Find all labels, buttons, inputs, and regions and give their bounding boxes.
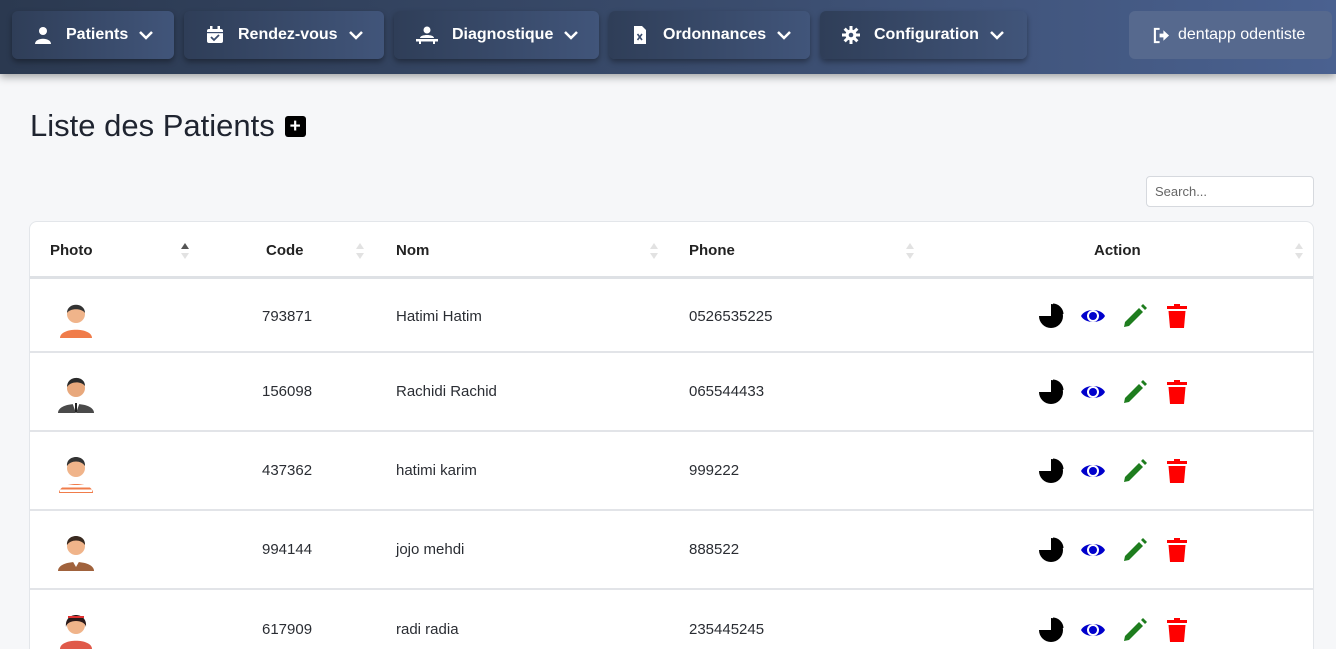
view-eye-icon[interactable] xyxy=(1080,617,1106,643)
cell-nom: Rachidi Rachid xyxy=(396,383,497,400)
row-actions xyxy=(1038,432,1206,509)
edit-pencil-icon[interactable] xyxy=(1122,617,1148,643)
stats-pie-icon[interactable] xyxy=(1038,537,1064,563)
file-prescription-icon xyxy=(631,26,649,44)
sort-icon[interactable] xyxy=(649,242,659,260)
chevron-down-icon xyxy=(776,27,792,43)
nav-patients-label: Patients xyxy=(66,26,129,43)
column-header-photo[interactable]: Photo xyxy=(50,222,93,279)
sort-icon[interactable] xyxy=(1294,242,1304,260)
cell-nom: hatimi karim xyxy=(396,462,477,479)
nav-diagnostique-label: Diagnostique xyxy=(452,26,554,43)
calendar-check-icon xyxy=(206,26,224,44)
avatar-man-suit xyxy=(54,369,98,413)
cell-code: 994144 xyxy=(262,541,313,558)
edit-pencil-icon[interactable] xyxy=(1122,537,1148,563)
cell-code: 156098 xyxy=(262,383,313,400)
sort-ascending-icon[interactable] xyxy=(180,242,190,260)
procedure-icon xyxy=(416,26,438,44)
row-actions xyxy=(1038,281,1206,351)
nav-diagnostique-button[interactable]: Diagnostique xyxy=(394,11,599,59)
column-header-nom[interactable]: Nom xyxy=(396,222,429,279)
view-eye-icon[interactable] xyxy=(1080,537,1106,563)
stats-pie-icon[interactable] xyxy=(1038,617,1064,643)
patients-table: Photo Code Nom Phone Action 793871 Hatim… xyxy=(29,221,1314,649)
table-row: 617909 radi radia 235445245 xyxy=(30,590,1313,649)
edit-pencil-icon[interactable] xyxy=(1122,458,1148,484)
cell-nom: Hatimi Hatim xyxy=(396,307,482,325)
avatar-man-orange-shirt xyxy=(54,294,98,338)
cell-code: 617909 xyxy=(262,621,313,638)
nav-ordonnances-button[interactable]: Ordonnances xyxy=(609,11,810,59)
cell-phone: 0526535225 xyxy=(689,307,773,325)
column-header-phone[interactable]: Phone xyxy=(689,222,735,279)
user-icon xyxy=(34,26,52,44)
column-header-action[interactable]: Action xyxy=(1094,222,1141,279)
table-row: 793871 Hatimi Hatim 0526535225 xyxy=(30,281,1313,353)
stats-pie-icon[interactable] xyxy=(1038,303,1064,329)
row-actions xyxy=(1038,353,1206,430)
logout-button[interactable]: dentapp odentiste xyxy=(1129,11,1332,59)
sort-icon[interactable] xyxy=(905,242,915,260)
cell-phone: 888522 xyxy=(689,541,740,558)
nav-configuration-button[interactable]: Configuration xyxy=(820,11,1027,59)
nav-ordonnances-label: Ordonnances xyxy=(663,26,767,43)
avatar-man-brown-jacket xyxy=(54,527,98,571)
delete-trash-icon[interactable] xyxy=(1164,303,1190,329)
delete-trash-icon[interactable] xyxy=(1164,537,1190,563)
avatar-woman-red-top xyxy=(54,605,98,649)
row-actions xyxy=(1038,511,1206,588)
table-header: Photo Code Nom Phone Action xyxy=(30,222,1313,279)
delete-trash-icon[interactable] xyxy=(1164,458,1190,484)
cell-code: 437362 xyxy=(262,462,313,479)
cell-nom: jojo mehdi xyxy=(396,541,465,558)
nav-patients-button[interactable]: Patients xyxy=(12,11,174,59)
top-navbar: Patients Rendez-vous Diagnostique Ordonn… xyxy=(0,0,1336,74)
table-row: 156098 Rachidi Rachid 065544433 xyxy=(30,353,1313,432)
table-row: 994144 jojo mehdi 888522 xyxy=(30,511,1313,590)
cell-phone: 235445245 xyxy=(689,621,765,638)
chevron-down-icon xyxy=(563,27,579,43)
chevron-down-icon xyxy=(989,27,1005,43)
avatar-man-striped-shirt xyxy=(54,449,98,493)
stats-pie-icon[interactable] xyxy=(1038,379,1064,405)
stats-pie-icon[interactable] xyxy=(1038,458,1064,484)
sort-icon[interactable] xyxy=(355,242,365,260)
cell-code: 793871 xyxy=(262,307,313,325)
page-title-text: Liste des Patients xyxy=(30,108,275,143)
view-eye-icon[interactable] xyxy=(1080,379,1106,405)
edit-pencil-icon[interactable] xyxy=(1122,303,1148,329)
cell-phone: 065544433 xyxy=(689,383,765,400)
page-title: Liste des Patients + xyxy=(30,108,306,144)
nav-rendezvous-label: Rendez-vous xyxy=(238,26,338,43)
view-eye-icon[interactable] xyxy=(1080,303,1106,329)
table-row: 437362 hatimi karim 999222 xyxy=(30,432,1313,511)
cell-phone: 999222 xyxy=(689,462,740,479)
add-patient-icon[interactable]: + xyxy=(284,115,306,137)
column-header-code[interactable]: Code xyxy=(266,222,304,279)
chevron-down-icon xyxy=(348,27,364,43)
cell-nom: radi radia xyxy=(396,621,459,638)
nav-configuration-label: Configuration xyxy=(874,26,979,43)
search-input[interactable] xyxy=(1146,176,1314,207)
edit-pencil-icon[interactable] xyxy=(1122,379,1148,405)
nav-rendezvous-button[interactable]: Rendez-vous xyxy=(184,11,384,59)
delete-trash-icon[interactable] xyxy=(1164,617,1190,643)
delete-trash-icon[interactable] xyxy=(1164,379,1190,405)
gear-icon xyxy=(842,26,860,44)
logout-label: dentapp odentiste xyxy=(1178,26,1306,43)
chevron-down-icon xyxy=(138,27,154,43)
row-actions xyxy=(1038,590,1206,649)
view-eye-icon[interactable] xyxy=(1080,458,1106,484)
sign-out-icon xyxy=(1153,27,1170,44)
